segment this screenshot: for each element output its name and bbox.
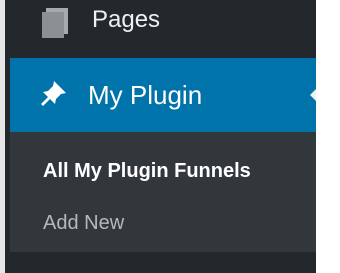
my-plugin-submenu: All My Plugin Funnels Add New <box>10 132 321 252</box>
admin-sidebar-menu: Pages My Plugin All My Plugin Funnels Ad… <box>0 0 321 273</box>
submenu-item-all-funnels[interactable]: All My Plugin Funnels <box>43 160 251 183</box>
menu-item-my-plugin-label: My Plugin <box>88 79 203 110</box>
pushpin-icon <box>40 79 68 112</box>
pages-icon <box>42 7 72 49</box>
menu-item-my-plugin[interactable]: My Plugin <box>10 58 321 132</box>
content-background <box>316 0 340 273</box>
submenu-item-add-new[interactable]: Add New <box>43 212 124 235</box>
menu-item-pages-label: Pages <box>92 6 161 33</box>
menu-item-pages[interactable]: Pages <box>10 0 321 56</box>
